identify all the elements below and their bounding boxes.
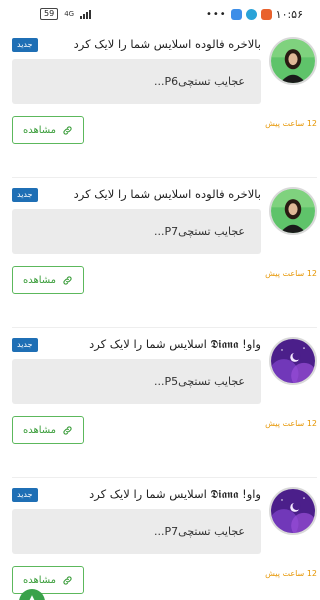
telegram-icon	[245, 8, 257, 20]
view-button-label: مشاهده	[22, 274, 57, 286]
notification-title: واو! 𝕯𝖎𝖆𝖓𝖆 اسلایس شما را لایک کرد	[89, 487, 261, 501]
timestamp: 12 ساعت پیش	[265, 269, 317, 278]
new-badge: جدید	[12, 488, 38, 502]
status-bar: 59 4G ••• ۱۰:۵۶	[0, 0, 317, 28]
network-type: 4G	[64, 9, 75, 18]
post-preview[interactable]: عجایب تستچیP5...	[12, 359, 261, 404]
notification-item[interactable]: جدید بالاخره فالوده اسلایس شما را لایک کر…	[12, 178, 317, 328]
post-preview[interactable]: عجایب تستچیP7...	[12, 209, 261, 254]
view-button[interactable]: مشاهده	[12, 116, 84, 144]
status-right: ••• ۱۰:۵۶	[206, 8, 303, 21]
notification-title: بالاخره فالوده اسلایس شما را لایک کرد	[73, 37, 261, 51]
app-icon-orange	[260, 8, 272, 20]
timestamp: 12 ساعت پیش	[265, 569, 317, 578]
preview-text: عجایب تستچیP6...	[154, 75, 245, 88]
link-icon	[63, 275, 72, 285]
notification-item[interactable]: جدید واو! 𝕯𝖎𝖆𝖓𝖆 اسلایس شما را لایک کرد عجا…	[12, 478, 317, 600]
notification-title: بالاخره فالوده اسلایس شما را لایک کرد	[73, 187, 261, 201]
clock: ۱۰:۵۶	[275, 7, 303, 21]
timestamp: 12 ساعت پیش	[265, 119, 317, 128]
view-button-label: مشاهده	[22, 124, 57, 136]
notification-item[interactable]: جدید واو! 𝕯𝖎𝖆𝖓𝖆 اسلایس شما را لایک کرد عجا…	[12, 328, 317, 478]
preview-text: عجایب تستچیP7...	[154, 225, 245, 238]
status-left: 59 4G	[40, 8, 92, 20]
view-button[interactable]: مشاهده	[12, 266, 84, 294]
view-button-label: مشاهده	[22, 574, 57, 586]
avatar[interactable]	[269, 487, 317, 535]
link-icon	[63, 425, 72, 435]
avatar[interactable]	[269, 337, 317, 385]
arrow-up-icon: ▲	[27, 592, 37, 600]
preview-text: عجایب تستچیP5...	[154, 375, 245, 388]
avatar[interactable]	[269, 187, 317, 235]
link-icon	[63, 575, 72, 585]
new-badge: جدید	[12, 188, 38, 202]
notification-item[interactable]: جدید بالاخره فالوده اسلایس شما را لایک کر…	[12, 28, 317, 178]
signal-icon	[80, 9, 92, 19]
app-icon-blue	[230, 8, 242, 20]
view-button-label: مشاهده	[22, 424, 57, 436]
battery-icon: 59	[40, 8, 59, 20]
view-button[interactable]: مشاهده	[12, 416, 84, 444]
preview-text: عجایب تستچیP7...	[154, 525, 245, 538]
post-preview[interactable]: عجایب تستچیP7...	[12, 509, 261, 554]
notification-list: جدید بالاخره فالوده اسلایس شما را لایک کر…	[0, 28, 317, 600]
avatar[interactable]	[269, 37, 317, 85]
more-dots: •••	[205, 8, 227, 20]
view-button[interactable]: مشاهده	[12, 566, 84, 594]
notification-title: واو! 𝕯𝖎𝖆𝖓𝖆 اسلایس شما را لایک کرد	[89, 337, 261, 351]
new-badge: جدید	[12, 38, 38, 52]
timestamp: 12 ساعت پیش	[265, 419, 317, 428]
link-icon	[63, 125, 72, 135]
new-badge: جدید	[12, 338, 38, 352]
post-preview[interactable]: عجایب تستچیP6...	[12, 59, 261, 104]
